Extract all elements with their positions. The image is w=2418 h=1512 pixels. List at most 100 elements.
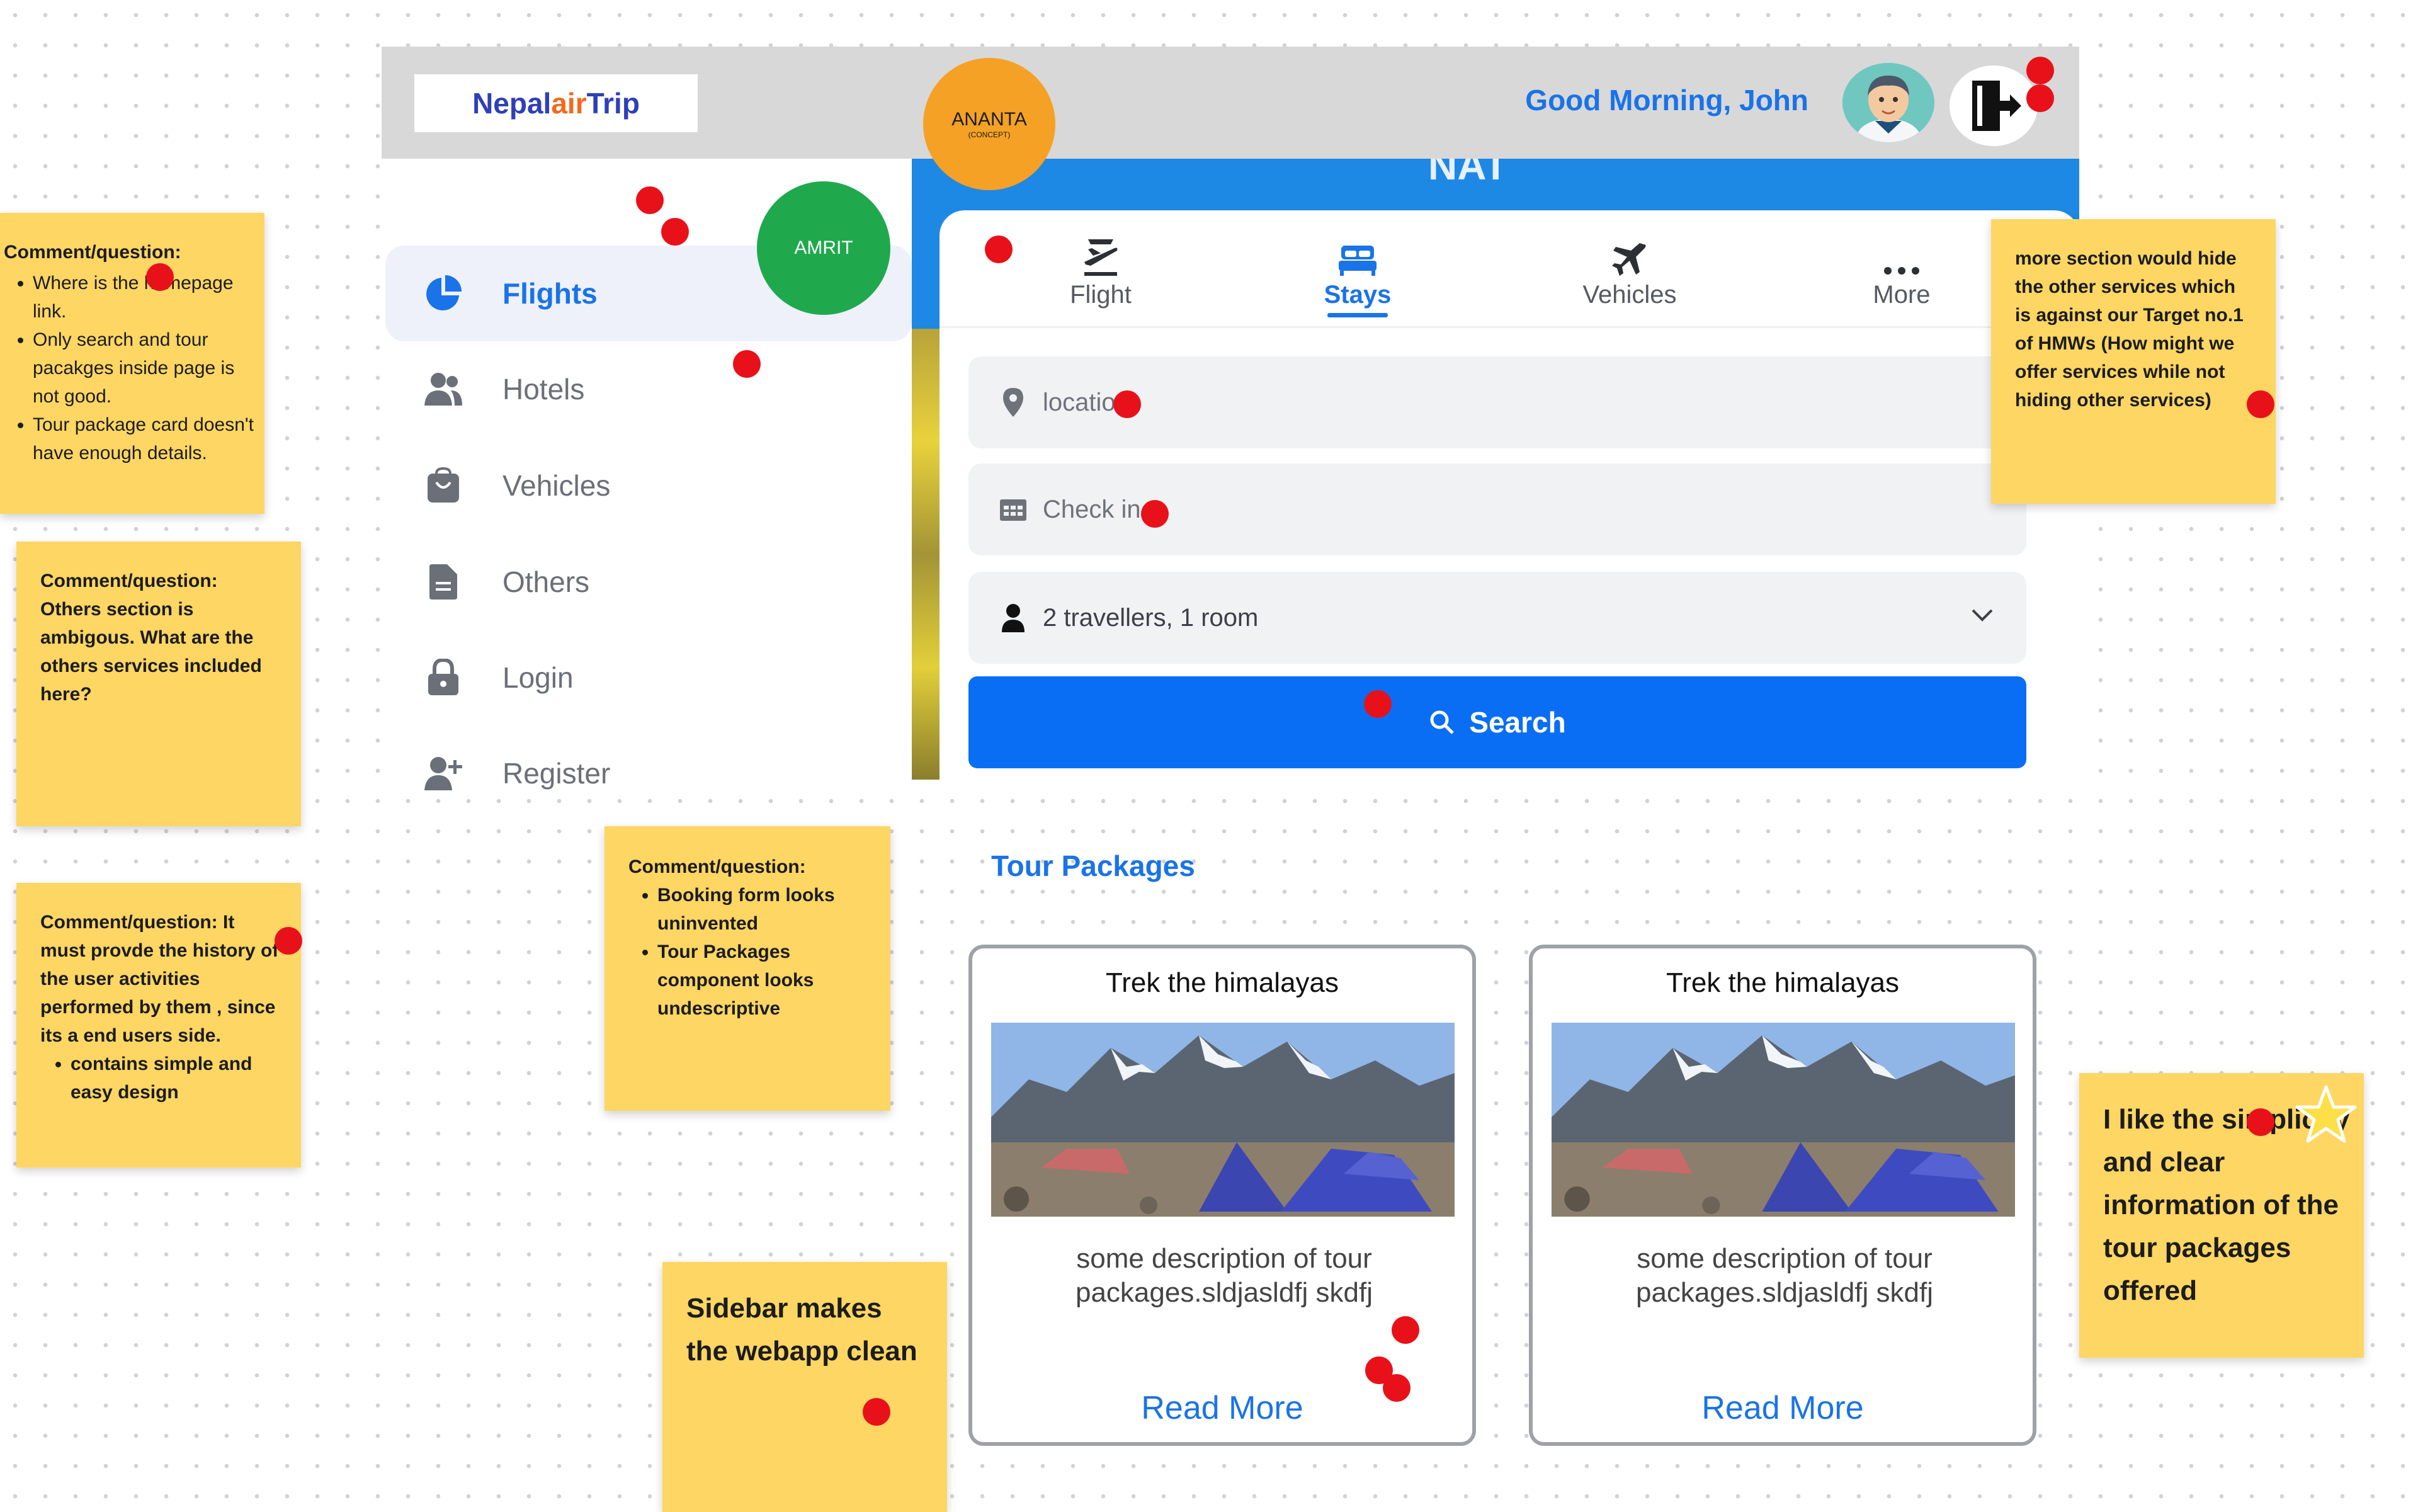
tab-label: Flight — [1070, 281, 1132, 309]
vote-dot — [2247, 1108, 2274, 1136]
tab-divider — [939, 326, 2079, 328]
brand-logo[interactable]: Nepal air Trip — [414, 74, 698, 132]
sidebar-item-label: Login — [502, 661, 574, 694]
package-title: Trek the himalayas — [1666, 967, 1900, 998]
more-dots-icon — [1839, 233, 1965, 277]
sticky-note-more-section[interactable]: more section would hide the other servic… — [1991, 219, 2276, 504]
bed-icon — [1295, 233, 1421, 277]
document-icon — [419, 563, 467, 601]
checkin-input[interactable]: Check in — [968, 463, 2026, 555]
app-header: Nepal air Trip Good Morning, John — [382, 47, 2079, 159]
note-title: Comment/question: — [4, 242, 181, 263]
tab-label: Stays — [1324, 281, 1392, 309]
himalaya-camp-image — [991, 1023, 1455, 1217]
user-avatar[interactable] — [1842, 63, 1934, 142]
checkin-input-text: Check in — [1043, 495, 1141, 523]
vote-dot — [985, 236, 1013, 263]
vote-dot — [2247, 390, 2274, 418]
booking-card: Flight Stays Vehicles More locatio Check… — [939, 210, 2079, 780]
tour-package-card[interactable]: Trek the himalayas some description of t… — [1529, 945, 2036, 1446]
bag-icon — [419, 467, 467, 504]
vote-dot — [1113, 390, 1141, 418]
active-tab-indicator — [1327, 313, 1388, 317]
brand-part-2: air — [551, 87, 587, 120]
tab-label: Vehicles — [1582, 281, 1677, 309]
vote-dot — [1383, 1374, 1410, 1402]
vote-dot — [1364, 690, 1392, 718]
vote-dot — [661, 218, 689, 246]
hero-banner: NAT Flight Stays Vehicles More locatio C… — [912, 159, 2079, 780]
sidebar-item-label: Register — [502, 757, 611, 790]
star-icon — [2293, 1083, 2359, 1149]
chevron-down-icon[interactable] — [1971, 608, 1994, 625]
ananta-avatar[interactable]: ANANTA (CONCEPT) — [923, 58, 1055, 190]
package-title: Trek the himalayas — [1105, 967, 1339, 998]
note-item: Booking form looks uninvented — [657, 881, 878, 938]
brand-part-1: Nepal — [472, 87, 552, 120]
package-description: some description of tour packages.sldjas… — [1075, 1243, 1373, 1308]
sidebar-item-vehicles[interactable]: Vehicles — [385, 438, 912, 533]
flight-takeoff-icon — [1038, 233, 1164, 277]
sidebar-item-hotels[interactable]: Hotels — [385, 341, 912, 437]
vote-dot — [1392, 1316, 1419, 1344]
vote-dot — [863, 1398, 890, 1426]
logout-icon[interactable] — [1950, 65, 2038, 146]
tab-vehicles[interactable]: Vehicles — [1567, 233, 1693, 309]
travellers-text: 2 travellers, 1 room — [1043, 603, 1259, 632]
sticky-note-sidebar[interactable]: Sidebar makes the webapp clean — [662, 1262, 947, 1512]
sidebar-item-label: Vehicles — [502, 469, 611, 502]
package-description: some description of tour packages.sldjas… — [1635, 1243, 1933, 1308]
note-text: more section would hide the other servic… — [2015, 248, 2244, 411]
vote-dot — [275, 927, 302, 955]
travellers-select[interactable]: 2 travellers, 1 room — [968, 572, 2026, 664]
sidebar-item-label: Others — [502, 566, 590, 598]
note-item: Tour package card doesn't have enough de… — [33, 411, 261, 467]
tour-package-card[interactable]: Trek the himalayas some description of t… — [968, 945, 1476, 1446]
webapp-frame: Nepal air Trip Good Morning, John Flight… — [382, 47, 2079, 790]
sticky-note-booking-form[interactable]: Comment/question: Booking form looks uni… — [604, 826, 890, 1111]
vote-dot — [2026, 84, 2054, 112]
search-button[interactable]: Search — [968, 676, 2026, 768]
tab-stays[interactable]: Stays — [1295, 233, 1421, 317]
note-text: Comment/question: Others section is ambi… — [40, 571, 262, 705]
note-item: contains simple and easy design — [71, 1050, 282, 1106]
sidebar-item-label: Flights — [502, 277, 598, 310]
users-icon — [419, 372, 467, 407]
tab-label: More — [1873, 281, 1931, 309]
avatar-name: ANANTA — [951, 109, 1027, 130]
sticky-note-others[interactable]: Comment/question: Others section is ambi… — [16, 542, 301, 826]
flower-field-image — [912, 329, 939, 780]
vote-dot — [733, 350, 761, 378]
vote-dot — [1141, 500, 1169, 528]
tab-more[interactable]: More — [1839, 233, 1965, 309]
sticky-note-history[interactable]: Comment/question: It must provde the his… — [16, 883, 301, 1168]
vote-dot — [636, 186, 664, 214]
read-more-link[interactable]: Read More — [1533, 1389, 2033, 1427]
sidebar-item-login[interactable]: Login — [385, 630, 912, 725]
avatar-name: AMRIT — [794, 237, 853, 258]
location-input-text: locatio — [1043, 388, 1116, 416]
location-pin-icon — [997, 387, 1029, 418]
note-title: Comment/question: — [628, 856, 806, 877]
himalaya-camp-image — [1552, 1023, 2015, 1217]
search-icon — [1429, 709, 1455, 736]
person-icon — [997, 603, 1029, 632]
brand-part-3: Trip — [586, 87, 640, 120]
search-button-label: Search — [1469, 706, 1566, 739]
avatar-tag: (CONCEPT) — [968, 130, 1011, 139]
vote-dot — [2026, 57, 2054, 84]
sidebar-item-register[interactable]: Register — [385, 725, 912, 821]
greeting-text: Good Morning, John — [1525, 84, 1808, 117]
note-item: Tour Packages component looks undescript… — [657, 938, 878, 1023]
pie-chart-icon — [419, 273, 467, 314]
sticky-note-homepage[interactable]: Comment/question: Where is the homepage … — [0, 213, 264, 514]
user-plus-icon — [419, 755, 467, 792]
tour-packages-title: Tour Packages — [991, 850, 1195, 882]
amrit-avatar[interactable]: AMRIT — [757, 181, 890, 315]
sidebar-item-label: Hotels — [502, 373, 585, 406]
note-text: Comment/question: It must provde the his… — [40, 912, 279, 1046]
tab-flight[interactable]: Flight — [1038, 233, 1164, 309]
sidebar-item-others[interactable]: Others — [385, 534, 912, 630]
calendar-icon — [997, 497, 1029, 522]
plane-icon — [1567, 233, 1693, 277]
